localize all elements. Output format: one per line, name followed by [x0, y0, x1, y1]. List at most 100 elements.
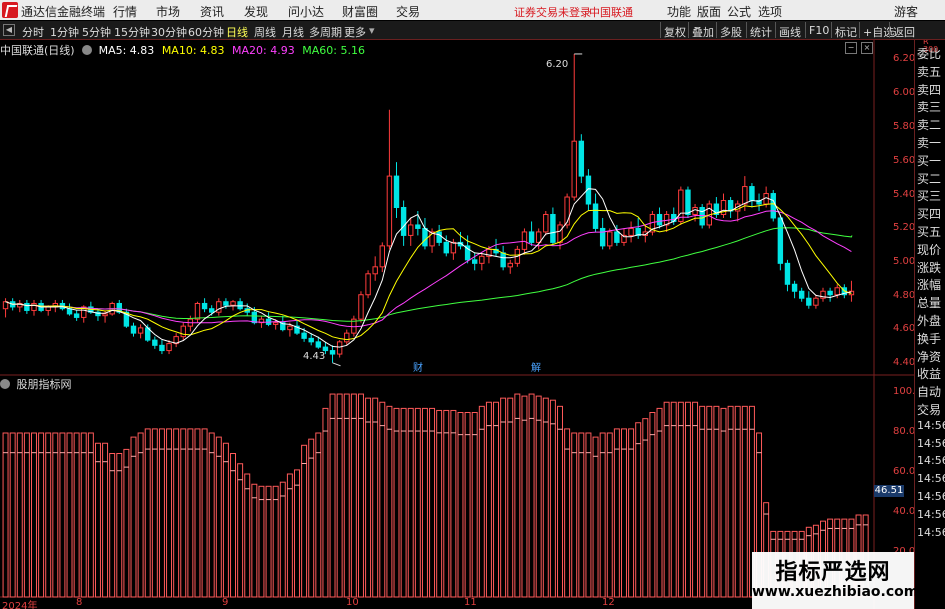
low-price-label: 4.43	[303, 351, 326, 362]
btn-multi-stock[interactable]: 多股	[716, 22, 745, 39]
candle-up	[379, 245, 385, 268]
menu-item-news[interactable]: 资讯	[200, 3, 224, 20]
indicator-bar	[137, 432, 144, 598]
indicator-bar	[123, 448, 130, 598]
period-intraday[interactable]: 分时	[22, 24, 44, 40]
event-marker-unlock[interactable]: 解	[531, 359, 541, 374]
btn-statistics[interactable]: 统计	[746, 22, 775, 39]
period-15min[interactable]: 15分钟	[114, 24, 150, 40]
month-label: 10	[346, 597, 359, 608]
candle-up	[543, 213, 549, 233]
candle-down	[400, 207, 407, 236]
indicator-bar	[2, 432, 9, 598]
menu-item-discover[interactable]: 发现	[244, 3, 268, 20]
menu-item-formula[interactable]: 公式	[727, 3, 751, 20]
indicator-bar	[180, 428, 187, 598]
indicator-bar	[706, 405, 713, 598]
indicator-bar	[599, 432, 606, 598]
indicator-bar	[130, 436, 137, 598]
indicator-bar	[151, 428, 158, 598]
login-notice[interactable]: 证券交易未登录	[514, 4, 591, 20]
candle-up	[31, 302, 37, 311]
indicator-bar	[741, 405, 748, 598]
menu-item-wealth[interactable]: 财富圈	[342, 3, 378, 20]
indicator-bar	[635, 422, 642, 598]
candle-down	[671, 213, 677, 222]
btn-back[interactable]: 返回	[889, 22, 918, 39]
event-marker-finance[interactable]: 财	[413, 359, 423, 374]
app-title: 通达信金融终端	[21, 5, 106, 19]
indicator-settings-icon[interactable]	[0, 379, 10, 389]
candle-down	[749, 186, 755, 202]
guest-label[interactable]: 游客	[894, 3, 918, 20]
candle-down	[208, 308, 215, 313]
candle-down	[24, 302, 30, 311]
candle-up	[742, 186, 748, 205]
period-weekly[interactable]: 周线	[254, 24, 276, 40]
candle-down	[656, 213, 663, 226]
more-dropdown-icon[interactable]: ▾	[369, 24, 375, 37]
btn-overlay[interactable]: 叠加	[688, 22, 717, 39]
period-60min[interactable]: 60分钟	[188, 24, 224, 40]
menu-item-trade[interactable]: 交易	[396, 3, 420, 20]
indicator-bar	[116, 453, 123, 598]
candle-up	[194, 302, 201, 320]
menu-item-options[interactable]: 选项	[758, 3, 782, 20]
period-5min[interactable]: 5分钟	[82, 24, 111, 40]
nav-left-icon[interactable]: ◀	[3, 24, 15, 36]
btn-adjust[interactable]: 复权	[660, 22, 689, 39]
price-axis-label: 4.40	[893, 357, 916, 368]
candle-up	[102, 313, 108, 317]
side-panel-item: 卖五	[917, 64, 942, 79]
candle-down	[528, 231, 535, 243]
indicator-bar	[514, 393, 521, 598]
side-panel-item: 14:56	[917, 472, 945, 486]
menu-item-function[interactable]: 功能	[667, 3, 691, 20]
top-stock-name: 中国联通	[589, 6, 633, 19]
candle-down	[592, 203, 599, 229]
period-multi[interactable]: 多周期	[309, 24, 342, 40]
menu-item-market[interactable]: 市场	[156, 3, 180, 20]
indicator-bar	[237, 463, 244, 598]
indicator-bar	[379, 401, 386, 598]
candle-up	[336, 341, 343, 355]
candle-up	[521, 231, 528, 250]
menu-item-quotes[interactable]: 行情	[113, 3, 137, 20]
candle-up	[450, 241, 457, 254]
indicator-bar	[692, 401, 699, 598]
side-panel-item: 委比	[917, 47, 942, 61]
period-monthly[interactable]: 月线	[282, 24, 304, 40]
price-axis-label: 5.80	[893, 121, 916, 132]
indicator-bar	[585, 432, 592, 598]
btn-draw-line[interactable]: 画线	[775, 22, 804, 39]
btn-mark[interactable]: 标记	[831, 22, 860, 39]
price-axis-label: 5.40	[893, 189, 916, 200]
candle-down	[301, 332, 307, 339]
indicator-bar	[727, 405, 734, 598]
indicator-bar	[30, 432, 37, 598]
indicator-bar	[542, 397, 549, 598]
candle-up	[365, 273, 371, 296]
btn-f10[interactable]: F10	[805, 22, 832, 38]
price-axis-label: 5.60	[893, 155, 916, 166]
candle-down	[152, 339, 158, 346]
menu-item-assistant[interactable]: 问小达	[288, 3, 324, 20]
indicator-bar	[357, 393, 364, 598]
period-daily[interactable]: 日线	[226, 24, 248, 40]
candle-down	[415, 224, 421, 229]
indicator-name[interactable]: 股朋指标网	[17, 378, 72, 391]
side-panel-item: 净资	[917, 349, 942, 364]
indicator-bar	[102, 442, 109, 598]
side-panel-item: 涨跌	[917, 260, 942, 275]
period-30min[interactable]: 30分钟	[151, 24, 187, 40]
period-1min[interactable]: 1分钟	[50, 24, 79, 40]
candlestick-chart[interactable]	[0, 40, 914, 609]
indicator-bar	[187, 428, 194, 598]
menu-item-layout[interactable]: 版面	[697, 3, 721, 20]
indicator-bar	[173, 428, 180, 598]
candle-down	[223, 301, 229, 306]
indicator-bar	[52, 432, 59, 598]
indicator-bar	[265, 485, 272, 598]
candle-up	[571, 140, 577, 198]
period-more[interactable]: 更多	[344, 24, 366, 40]
